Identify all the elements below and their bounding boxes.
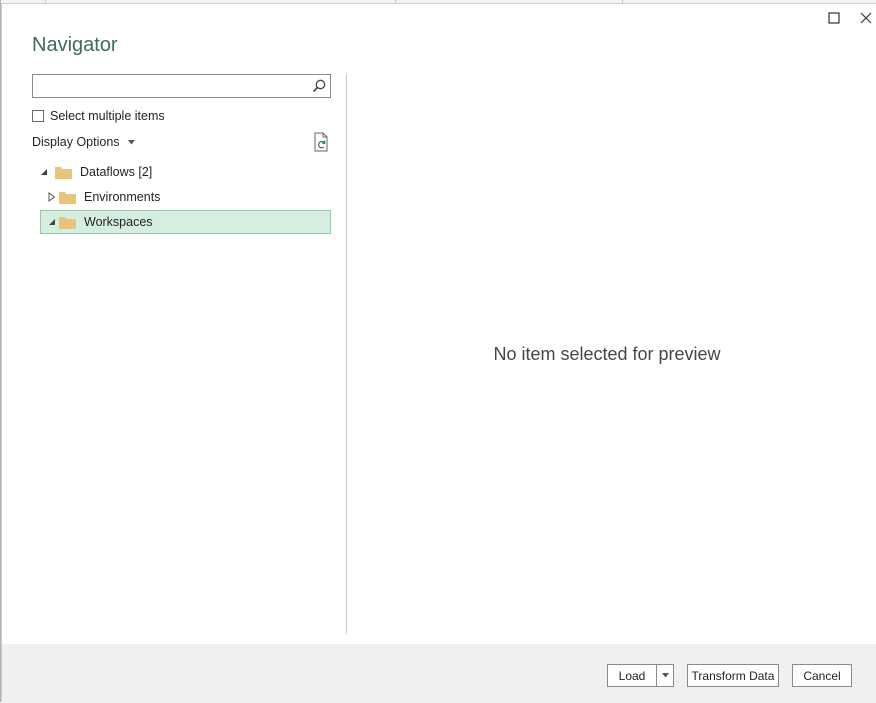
select-multiple-checkbox[interactable]: [32, 110, 44, 122]
collapse-triangle-icon[interactable]: [39, 167, 49, 177]
cancel-button[interactable]: Cancel: [792, 664, 852, 687]
tree-node-label: Workspaces: [84, 215, 153, 229]
close-icon: [860, 12, 872, 24]
transform-data-button[interactable]: Transform Data: [687, 664, 779, 687]
tree-node-dataflows[interactable]: Dataflows [2]: [39, 160, 329, 184]
dialog-title: Navigator: [32, 34, 118, 56]
window-edge: [0, 0, 1, 702]
dialog-footer: Load Transform Data Cancel: [2, 644, 876, 703]
chevron-down-icon: [127, 139, 135, 144]
maximize-button[interactable]: [826, 10, 842, 26]
display-options-label: Display Options: [32, 135, 120, 149]
navigator-dialog: Navigator Select multiple items Display …: [1, 3, 876, 703]
search-field[interactable]: [32, 74, 331, 98]
refresh-icon[interactable]: [313, 132, 329, 152]
expand-triangle-icon[interactable]: [47, 192, 57, 202]
tree-node-label: Environments: [84, 190, 161, 204]
maximize-icon: [828, 12, 840, 24]
preview-empty-message: No item selected for preview: [493, 344, 721, 364]
tree-node-workspaces[interactable]: Workspaces: [40, 210, 331, 234]
folder-icon: [59, 216, 76, 229]
tree-node-label: Dataflows [2]: [80, 165, 153, 179]
tree-node-environments[interactable]: Environments: [47, 185, 329, 209]
close-button[interactable]: [858, 10, 874, 26]
load-button[interactable]: Load: [607, 664, 657, 687]
folder-icon: [55, 166, 72, 179]
select-multiple-row[interactable]: Select multiple items: [32, 108, 165, 124]
search-icon[interactable]: [311, 78, 327, 94]
display-options-dropdown[interactable]: Display Options: [32, 134, 135, 150]
select-multiple-label: Select multiple items: [50, 109, 165, 123]
folder-icon: [59, 191, 76, 204]
chevron-down-icon: [661, 673, 669, 678]
navigator-left-pane: Select multiple items Display Options Da…: [2, 72, 347, 634]
load-dropdown-button[interactable]: [656, 664, 674, 687]
collapse-triangle-icon[interactable]: [47, 217, 57, 227]
search-input[interactable]: [33, 75, 303, 97]
